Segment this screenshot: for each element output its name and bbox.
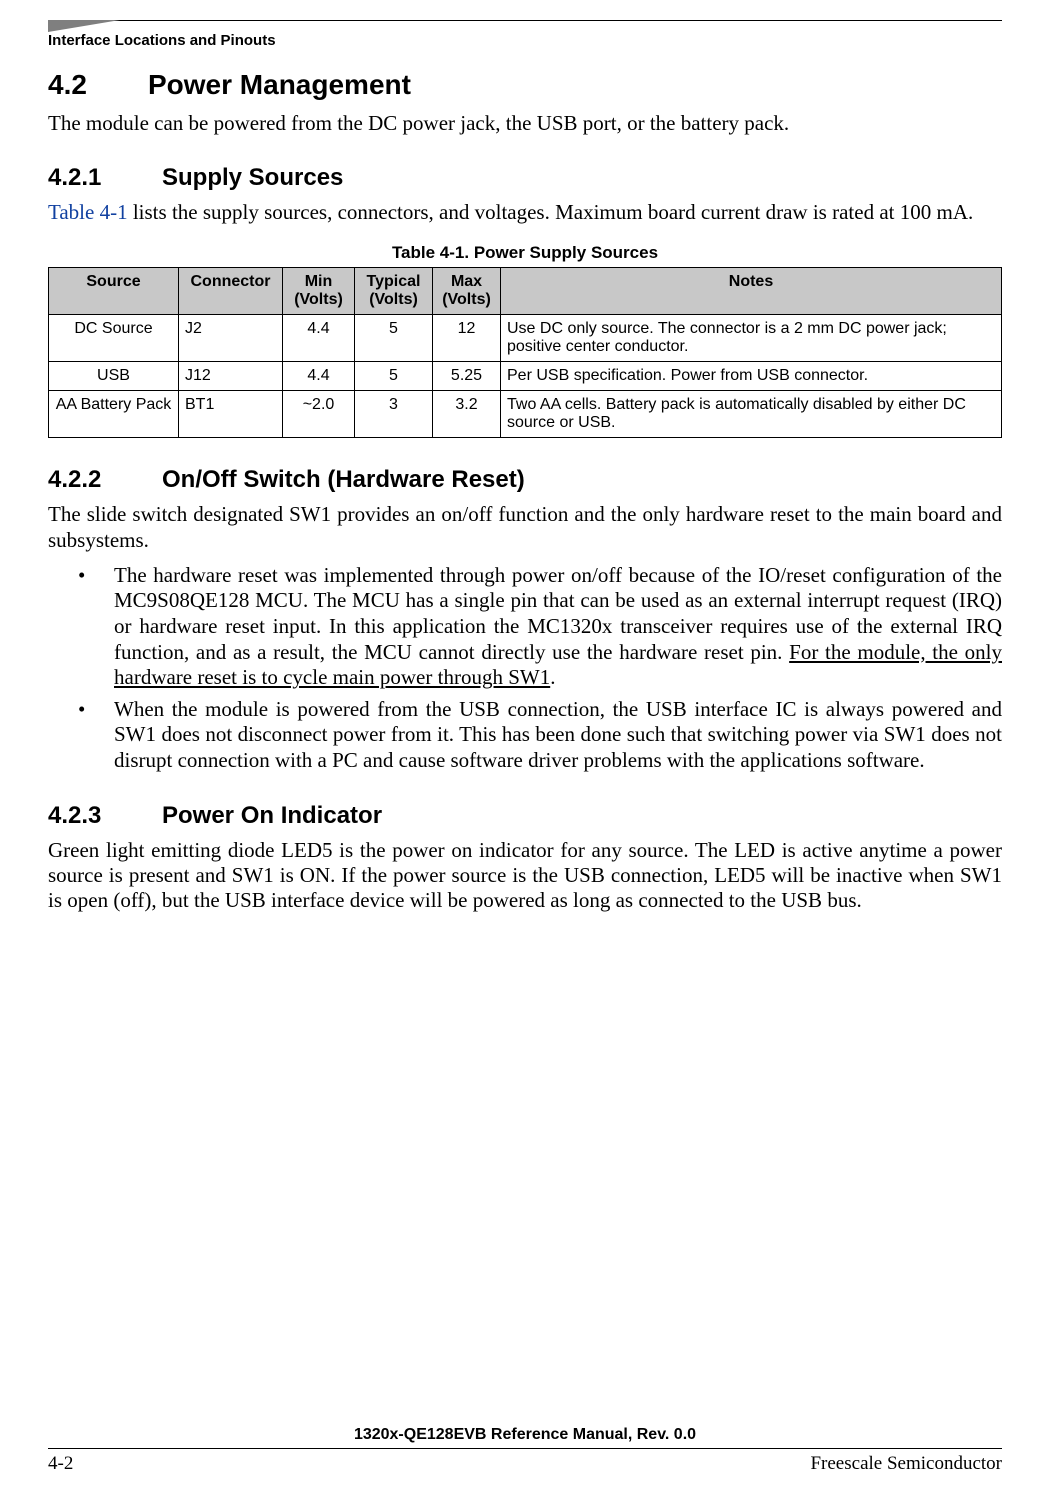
cell-max: 12 (433, 315, 501, 362)
col-notes: Notes (501, 268, 1002, 315)
cell-notes: Two AA cells. Battery pack is automatica… (501, 391, 1002, 438)
list-item: When the module is powered from the USB … (78, 697, 1002, 774)
table-4-1-caption: Table 4-1. Power Supply Sources (48, 243, 1002, 263)
cell-max: 3.2 (433, 391, 501, 438)
header-wedge-icon (48, 20, 120, 32)
cell-connector: J12 (179, 362, 283, 391)
cell-notes: Use DC only source. The connector is a 2… (501, 315, 1002, 362)
cell-typ: 5 (355, 315, 433, 362)
page-footer: 1320x-QE128EVB Reference Manual, Rev. 0.… (48, 1426, 1002, 1475)
running-header: Interface Locations and Pinouts (48, 32, 1002, 49)
footer-company: Freescale Semiconductor (810, 1453, 1002, 1475)
cell-typ: 5 (355, 362, 433, 391)
table-4-1-xref[interactable]: Table 4-1 (48, 200, 128, 224)
table-row: USB J12 4.4 5 5.25 Per USB specification… (49, 362, 1002, 391)
footer-page-number: 4-2 (48, 1453, 73, 1475)
footer-doc-title: 1320x-QE128EVB Reference Manual, Rev. 0.… (48, 1426, 1002, 1444)
section-4-2-3-heading: 4.2.3Power On Indicator (48, 802, 1002, 830)
bullet-text: . (550, 665, 555, 689)
section-4-2-heading: 4.2Power Management (48, 69, 1002, 101)
section-title: Supply Sources (162, 164, 343, 191)
section-number: 4.2.3 (48, 802, 162, 830)
col-source: Source (49, 268, 179, 315)
col-typ: Typical (Volts) (355, 268, 433, 315)
section-4-2-1-body: Table 4-1 lists the supply sources, conn… (48, 200, 1002, 225)
col-max: Max (Volts) (433, 268, 501, 315)
bullet-text: When the module is powered from the USB … (114, 697, 1002, 772)
section-4-2-2-list: The hardware reset was implemented throu… (78, 563, 1002, 774)
power-supply-table: Source Connector Min (Volts) Typical (Vo… (48, 267, 1002, 438)
section-number: 4.2.1 (48, 164, 162, 192)
cell-source: USB (49, 362, 179, 391)
section-title: Power On Indicator (162, 802, 382, 829)
section-4-2-2-heading: 4.2.2On/Off Switch (Hardware Reset) (48, 466, 1002, 494)
col-min: Min (Volts) (283, 268, 355, 315)
cell-source: AA Battery Pack (49, 391, 179, 438)
cell-notes: Per USB specification. Power from USB co… (501, 362, 1002, 391)
cell-min: 4.4 (283, 315, 355, 362)
section-4-2-3-body: Green light emitting diode LED5 is the p… (48, 838, 1002, 914)
section-title: On/Off Switch (Hardware Reset) (162, 466, 525, 493)
section-title: Power Management (148, 69, 411, 100)
section-4-2-body: The module can be powered from the DC po… (48, 111, 1002, 136)
col-connector: Connector (179, 268, 283, 315)
cell-connector: BT1 (179, 391, 283, 438)
cell-typ: 3 (355, 391, 433, 438)
cell-connector: J2 (179, 315, 283, 362)
table-row: DC Source J2 4.4 5 12 Use DC only source… (49, 315, 1002, 362)
table-row: AA Battery Pack BT1 ~2.0 3 3.2 Two AA ce… (49, 391, 1002, 438)
section-4-2-1-heading: 4.2.1Supply Sources (48, 164, 1002, 192)
cell-source: DC Source (49, 315, 179, 362)
cell-max: 5.25 (433, 362, 501, 391)
table-header-row: Source Connector Min (Volts) Typical (Vo… (49, 268, 1002, 315)
section-number: 4.2 (48, 69, 148, 101)
cell-min: ~2.0 (283, 391, 355, 438)
body-text: lists the supply sources, connectors, an… (128, 200, 974, 224)
section-4-2-2-body: The slide switch designated SW1 provides… (48, 502, 1002, 552)
page: Interface Locations and Pinouts 4.2Power… (0, 0, 1050, 1493)
section-number: 4.2.2 (48, 466, 162, 494)
cell-min: 4.4 (283, 362, 355, 391)
header-rule (48, 20, 1002, 32)
list-item: The hardware reset was implemented throu… (78, 563, 1002, 691)
footer-rule (48, 1448, 1002, 1449)
